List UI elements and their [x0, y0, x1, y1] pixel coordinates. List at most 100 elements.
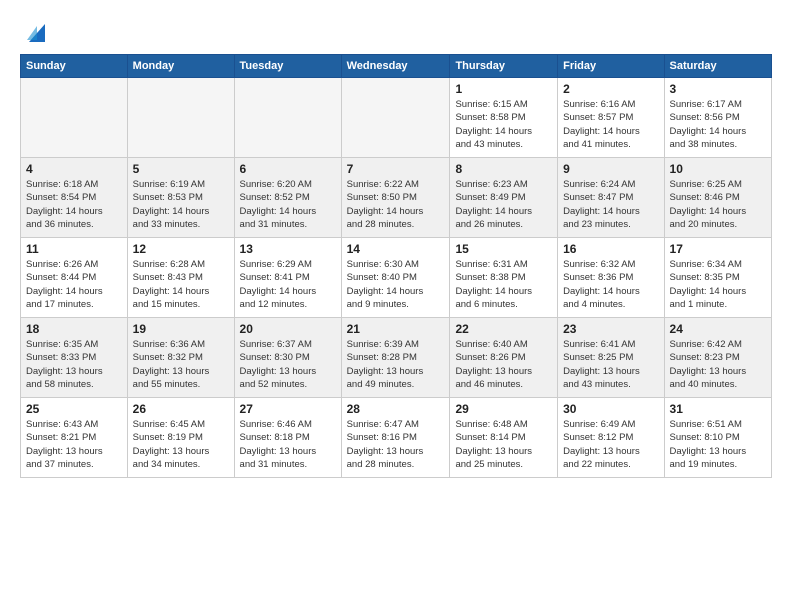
- day-cell: 18Sunrise: 6:35 AMSunset: 8:33 PMDayligh…: [21, 318, 128, 398]
- header: [20, 16, 772, 48]
- day-number: 3: [670, 82, 766, 96]
- day-number: 29: [455, 402, 552, 416]
- day-number: 16: [563, 242, 658, 256]
- day-number: 14: [347, 242, 445, 256]
- day-info: Sunrise: 6:25 AMSunset: 8:46 PMDaylight:…: [670, 178, 766, 231]
- day-cell: 22 Sunrise: 6:40 AMSunset: 8:26 PMDayligh…: [450, 318, 558, 398]
- day-cell: 28 Sunrise: 6:47 AMSunset: 8:16 PMDayligh…: [341, 398, 450, 478]
- day-cell: 23 Sunrise: 6:41 AMSunset: 8:25 PMDayligh…: [558, 318, 664, 398]
- day-info: Sunrise: 6:34 AMSunset: 8:35 PMDaylight:…: [670, 258, 766, 311]
- day-number: 23: [563, 322, 658, 336]
- day-info: Sunrise: 6:26 AMSunset: 8:44 PMDaylight:…: [26, 258, 122, 311]
- day-cell: 1 Sunrise: 6:15 AMSunset: 8:58 PMDaylight…: [450, 78, 558, 158]
- day-cell: 3 Sunrise: 6:17 AMSunset: 8:56 PMDaylight…: [664, 78, 771, 158]
- day-cell: 25 Sunrise: 6:43 AMSunset: 8:21 PMDayligh…: [21, 398, 128, 478]
- day-cell: 2 Sunrise: 6:16 AMSunset: 8:57 PMDaylight…: [558, 78, 664, 158]
- day-cell: 27Sunrise: 6:46 AMSunset: 8:18 PMDayligh…: [234, 398, 341, 478]
- day-cell: 31 Sunrise: 6:51 AMSunset: 8:10 PMDayligh…: [664, 398, 771, 478]
- day-info: Sunrise: 6:48 AMSunset: 8:14 PMDaylight:…: [455, 418, 552, 471]
- day-cell: 26 Sunrise: 6:45 AMSunset: 8:19 PMDayligh…: [127, 398, 234, 478]
- day-number: 8: [455, 162, 552, 176]
- day-info: Sunrise: 6:39 AMSunset: 8:28 PMDaylight:…: [347, 338, 445, 391]
- column-header-wednesday: Wednesday: [341, 55, 450, 78]
- logo-area: [20, 16, 51, 48]
- day-info: Sunrise: 6:46 AMSunset: 8:18 PMDaylight:…: [240, 418, 336, 471]
- day-cell: 13Sunrise: 6:29 AMSunset: 8:41 PMDayligh…: [234, 238, 341, 318]
- day-number: 7: [347, 162, 445, 176]
- day-info: Sunrise: 6:24 AMSunset: 8:47 PMDaylight:…: [563, 178, 658, 231]
- day-number: 24: [670, 322, 766, 336]
- page: SundayMondayTuesdayWednesdayThursdayFrid…: [0, 0, 792, 612]
- day-cell: 16 Sunrise: 6:32 AMSunset: 8:36 PMDayligh…: [558, 238, 664, 318]
- day-cell: 20Sunrise: 6:37 AMSunset: 8:30 PMDayligh…: [234, 318, 341, 398]
- day-info: Sunrise: 6:30 AMSunset: 8:40 PMDaylight:…: [347, 258, 445, 311]
- day-info: Sunrise: 6:16 AMSunset: 8:57 PMDaylight:…: [563, 98, 658, 151]
- day-info: Sunrise: 6:28 AMSunset: 8:43 PMDaylight:…: [133, 258, 229, 311]
- day-cell: 10 Sunrise: 6:25 AMSunset: 8:46 PMDayligh…: [664, 158, 771, 238]
- week-row-5: 25 Sunrise: 6:43 AMSunset: 8:21 PMDayligh…: [21, 398, 772, 478]
- day-info: Sunrise: 6:32 AMSunset: 8:36 PMDaylight:…: [563, 258, 658, 311]
- column-header-saturday: Saturday: [664, 55, 771, 78]
- day-info: Sunrise: 6:18 AMSunset: 8:54 PMDaylight:…: [26, 178, 122, 231]
- week-row-1: 1 Sunrise: 6:15 AMSunset: 8:58 PMDaylight…: [21, 78, 772, 158]
- day-cell: 6 Sunrise: 6:20 AMSunset: 8:52 PMDaylight…: [234, 158, 341, 238]
- day-cell: 24Sunrise: 6:42 AMSunset: 8:23 PMDayligh…: [664, 318, 771, 398]
- day-number: 18: [26, 322, 122, 336]
- day-info: Sunrise: 6:23 AMSunset: 8:49 PMDaylight:…: [455, 178, 552, 231]
- day-cell: 29 Sunrise: 6:48 AMSunset: 8:14 PMDayligh…: [450, 398, 558, 478]
- logo-icon: [23, 20, 51, 48]
- day-number: 26: [133, 402, 229, 416]
- day-number: 19: [133, 322, 229, 336]
- day-number: 21: [347, 322, 445, 336]
- day-cell: 19Sunrise: 6:36 AMSunset: 8:32 PMDayligh…: [127, 318, 234, 398]
- day-cell: 5Sunrise: 6:19 AMSunset: 8:53 PMDaylight…: [127, 158, 234, 238]
- day-info: Sunrise: 6:17 AMSunset: 8:56 PMDaylight:…: [670, 98, 766, 151]
- column-header-monday: Monday: [127, 55, 234, 78]
- day-number: 11: [26, 242, 122, 256]
- day-cell: [21, 78, 128, 158]
- day-number: 15: [455, 242, 552, 256]
- day-number: 9: [563, 162, 658, 176]
- day-cell: [127, 78, 234, 158]
- day-info: Sunrise: 6:41 AMSunset: 8:25 PMDaylight:…: [563, 338, 658, 391]
- day-cell: 4Sunrise: 6:18 AMSunset: 8:54 PMDaylight…: [21, 158, 128, 238]
- day-cell: 12 Sunrise: 6:28 AMSunset: 8:43 PMDayligh…: [127, 238, 234, 318]
- day-cell: 14 Sunrise: 6:30 AMSunset: 8:40 PMDayligh…: [341, 238, 450, 318]
- day-cell: 7Sunrise: 6:22 AMSunset: 8:50 PMDaylight…: [341, 158, 450, 238]
- day-number: 12: [133, 242, 229, 256]
- day-info: Sunrise: 6:15 AMSunset: 8:58 PMDaylight:…: [455, 98, 552, 151]
- day-number: 6: [240, 162, 336, 176]
- day-info: Sunrise: 6:40 AMSunset: 8:26 PMDaylight:…: [455, 338, 552, 391]
- column-header-sunday: Sunday: [21, 55, 128, 78]
- day-number: 28: [347, 402, 445, 416]
- day-number: 1: [455, 82, 552, 96]
- day-cell: 15 Sunrise: 6:31 AMSunset: 8:38 PMDayligh…: [450, 238, 558, 318]
- day-info: Sunrise: 6:47 AMSunset: 8:16 PMDaylight:…: [347, 418, 445, 471]
- day-number: 2: [563, 82, 658, 96]
- day-cell: 17 Sunrise: 6:34 AMSunset: 8:35 PMDayligh…: [664, 238, 771, 318]
- column-header-thursday: Thursday: [450, 55, 558, 78]
- day-number: 17: [670, 242, 766, 256]
- day-cell: 8 Sunrise: 6:23 AMSunset: 8:49 PMDaylight…: [450, 158, 558, 238]
- week-row-2: 4Sunrise: 6:18 AMSunset: 8:54 PMDaylight…: [21, 158, 772, 238]
- day-info: Sunrise: 6:51 AMSunset: 8:10 PMDaylight:…: [670, 418, 766, 471]
- day-info: Sunrise: 6:31 AMSunset: 8:38 PMDaylight:…: [455, 258, 552, 311]
- calendar-table: SundayMondayTuesdayWednesdayThursdayFrid…: [20, 54, 772, 478]
- day-number: 10: [670, 162, 766, 176]
- day-number: 31: [670, 402, 766, 416]
- day-cell: 21 Sunrise: 6:39 AMSunset: 8:28 PMDayligh…: [341, 318, 450, 398]
- day-cell: 11 Sunrise: 6:26 AMSunset: 8:44 PMDayligh…: [21, 238, 128, 318]
- day-cell: [234, 78, 341, 158]
- day-info: Sunrise: 6:20 AMSunset: 8:52 PMDaylight:…: [240, 178, 336, 231]
- day-number: 25: [26, 402, 122, 416]
- day-info: Sunrise: 6:49 AMSunset: 8:12 PMDaylight:…: [563, 418, 658, 471]
- header-row: SundayMondayTuesdayWednesdayThursdayFrid…: [21, 55, 772, 78]
- week-row-3: 11 Sunrise: 6:26 AMSunset: 8:44 PMDayligh…: [21, 238, 772, 318]
- day-number: 13: [240, 242, 336, 256]
- day-number: 22: [455, 322, 552, 336]
- day-cell: [341, 78, 450, 158]
- day-info: Sunrise: 6:43 AMSunset: 8:21 PMDaylight:…: [26, 418, 122, 471]
- column-header-tuesday: Tuesday: [234, 55, 341, 78]
- day-info: Sunrise: 6:45 AMSunset: 8:19 PMDaylight:…: [133, 418, 229, 471]
- logo: [20, 20, 51, 48]
